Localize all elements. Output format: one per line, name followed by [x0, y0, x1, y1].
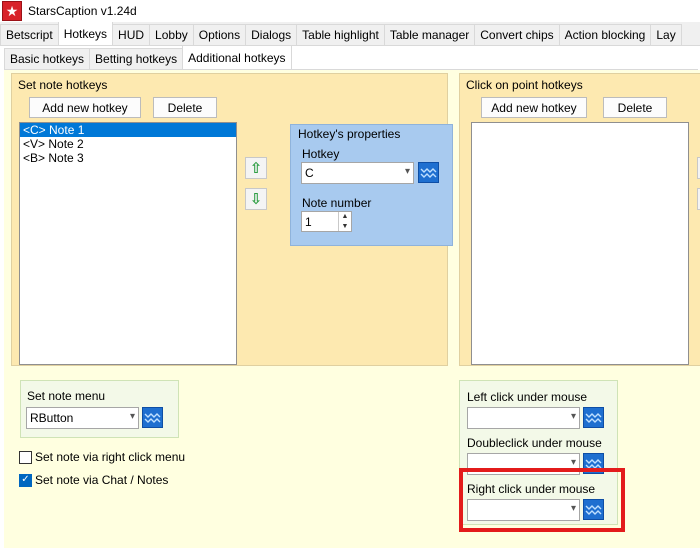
tab-action-blocking[interactable]: Action blocking [558, 24, 652, 45]
sub-tab-bar: Basic hotkeys Betting hotkeys Additional… [4, 45, 698, 70]
checkbox-icon [19, 450, 32, 464]
arrow-up-icon: ⇧ [249, 160, 263, 177]
hotkey-select[interactable]: C ▾ [301, 162, 414, 184]
delete-click-hotkey-button[interactable]: Delete [603, 97, 667, 118]
chevron-down-icon: ▾ [570, 411, 576, 422]
tab-betting-hotkeys[interactable]: Betting hotkeys [89, 48, 184, 69]
tab-betscript[interactable]: Betscript [0, 24, 59, 45]
tab-hotkeys[interactable]: Hotkeys [57, 22, 114, 45]
note-menu-select[interactable]: RButton ▾ [26, 407, 139, 429]
tab-layout[interactable]: Lay [650, 24, 682, 45]
tab-additional-hotkeys[interactable]: Additional hotkeys [182, 45, 292, 69]
spin-up-icon[interactable]: ▲ [339, 212, 351, 222]
delete-note-hotkey-button[interactable]: Delete [153, 97, 217, 118]
note-menu-capture-button[interactable] [142, 407, 163, 428]
note-menu-title: Set note menu [27, 389, 106, 403]
tab-table-manager[interactable]: Table manager [383, 24, 476, 45]
click-hotkeys-title: Click on point hotkeys [466, 78, 583, 92]
hotkey-properties-panel: Hotkey's properties Hotkey C ▾ Note numb… [290, 124, 453, 246]
left-click-capture-button[interactable] [583, 407, 604, 428]
spin-down-icon[interactable]: ▼ [339, 222, 351, 232]
keyboard-capture-icon [585, 413, 602, 423]
hotkey-capture-button[interactable] [418, 162, 439, 183]
tab-convert-chips[interactable]: Convert chips [474, 24, 560, 45]
double-click-label: Doubleclick under mouse [467, 436, 602, 450]
note-hotkeys-title: Set note hotkeys [18, 78, 108, 92]
note-hotkeys-group: Set note hotkeys Add new hotkey Delete <… [11, 73, 453, 366]
title-bar: ★ StarsCaption v1.24d [0, 0, 700, 22]
tab-content: Set note hotkeys Add new hotkey Delete <… [4, 70, 700, 548]
tab-hud[interactable]: HUD [112, 24, 151, 45]
add-click-hotkey-button[interactable]: Add new hotkey [481, 97, 587, 118]
chevron-down-icon: ▾ [570, 457, 576, 468]
tab-dialogs[interactable]: Dialogs [245, 24, 298, 45]
tab-lobby[interactable]: Lobby [149, 24, 194, 45]
left-click-select[interactable]: ▾ [467, 407, 580, 429]
move-down-button[interactable]: ⇩ [245, 188, 267, 210]
list-item[interactable]: <B> Note 3 [20, 151, 236, 165]
chevron-down-icon: ▾ [404, 166, 410, 177]
chevron-down-icon: ▾ [129, 411, 135, 422]
arrow-down-icon: ⇩ [249, 191, 263, 208]
click-hotkeys-group: Click on point hotkeys Add new hotkey De… [459, 73, 700, 366]
list-item[interactable]: <V> Note 2 [20, 137, 236, 151]
keyboard-capture-icon [420, 168, 437, 178]
main-tab-bar: Betscript Hotkeys HUD Lobby Options Dial… [0, 22, 700, 46]
highlight-annotation-box [459, 468, 625, 532]
left-click-label: Left click under mouse [467, 390, 588, 404]
keyboard-capture-icon [144, 413, 161, 423]
window-title: StarsCaption v1.24d [28, 4, 137, 18]
add-note-hotkey-button[interactable]: Add new hotkey [29, 97, 141, 118]
note-hotkeys-list[interactable]: <C> Note 1 <V> Note 2 <B> Note 3 [19, 122, 237, 365]
hotkey-label: Hotkey [302, 147, 340, 161]
right-click-menu-checkbox[interactable]: Set note via right click menu [19, 450, 185, 464]
tab-basic-hotkeys[interactable]: Basic hotkeys [4, 48, 91, 69]
checkmark-icon: ✓ [19, 473, 32, 487]
tab-table-highlight[interactable]: Table highlight [296, 24, 385, 45]
app-logo-icon: ★ [2, 1, 22, 21]
hotkey-properties-title: Hotkey's properties [298, 127, 401, 141]
click-hotkeys-list[interactable] [471, 122, 689, 365]
tab-options[interactable]: Options [192, 24, 247, 45]
note-menu-group: Set note menu RButton ▾ [20, 380, 179, 438]
note-number-label: Note number [302, 196, 372, 210]
move-up-button[interactable]: ⇧ [245, 157, 267, 179]
note-number-stepper[interactable]: 1 ▲ ▼ [301, 211, 352, 232]
list-item[interactable]: <C> Note 1 [20, 123, 236, 137]
chat-notes-checkbox[interactable]: ✓ Set note via Chat / Notes [19, 473, 168, 487]
